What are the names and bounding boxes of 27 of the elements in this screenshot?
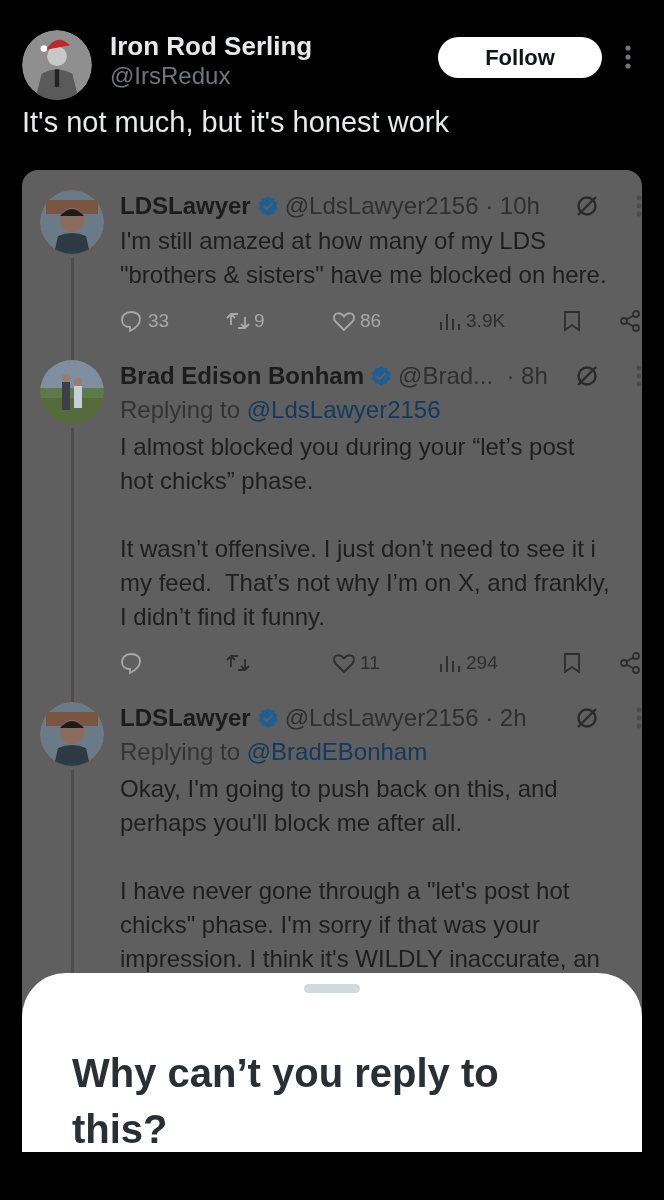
tweet-text: I almost blocked you during your “let’s post hot chicks” phase. It wasn’t offensive. I just don’t need to see it i my feed. That’s not why I’m on X, and frankly, I didn’t find it funny. bbox=[120, 432, 611, 632]
no-reply-icon bbox=[574, 705, 600, 731]
follow-button[interactable]: Follow bbox=[438, 37, 602, 78]
more-icon[interactable] bbox=[624, 44, 632, 70]
share-icon[interactable] bbox=[618, 309, 642, 333]
post-text: It's not much, but it's honest work bbox=[21, 105, 450, 140]
tweet-text: I'm still amazed at how many of my LDS "brothers & sisters" have me blocked on here. bbox=[120, 226, 608, 290]
user-name: Iron Rod Serling bbox=[110, 31, 314, 61]
action-count: 86 bbox=[360, 310, 382, 332]
no-reply-icon bbox=[574, 363, 600, 389]
verified-icon bbox=[256, 707, 279, 729]
mention-link[interactable]: @BradEBonham bbox=[246, 738, 428, 765]
action-count: 9 bbox=[254, 310, 265, 332]
action-count: 33 bbox=[148, 310, 170, 332]
author-name: Brad Edison Bonham bbox=[120, 362, 365, 390]
tweet-text: Okay, I'm going to push back on this, and perhaps you'll block me after all. I have never gone through a "let's post hot chicks" phase. I'm sorry if that was your impression. I think it's WILDLY inaccurate, an bbox=[120, 774, 601, 974]
user-handle: @IrsRedux bbox=[110, 61, 232, 91]
sheet-title: Why can’t you reply to this? bbox=[72, 1050, 500, 1152]
author-name: LDSLawyer bbox=[120, 192, 251, 220]
sheet-handle[interactable] bbox=[304, 984, 360, 993]
share-icon[interactable] bbox=[618, 651, 642, 675]
verified-icon bbox=[256, 195, 279, 217]
heart-icon[interactable] bbox=[332, 651, 357, 675]
author-name: LDSLawyer bbox=[120, 704, 251, 732]
verified-icon bbox=[370, 365, 393, 387]
no-reply-icon bbox=[574, 193, 600, 219]
mention-link[interactable]: @LdsLawyer2156 bbox=[246, 396, 441, 423]
